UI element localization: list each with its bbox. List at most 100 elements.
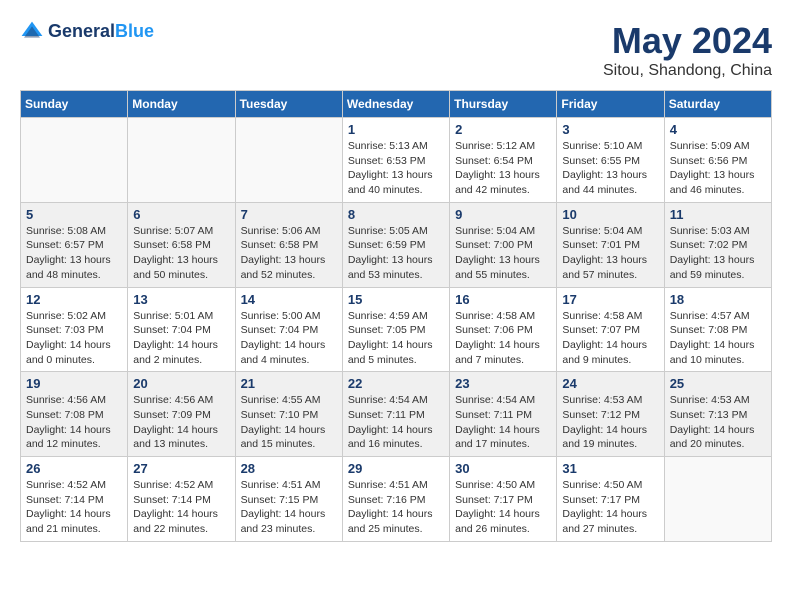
calendar-cell: 21 Sunrise: 4:55 AM Sunset: 7:10 PM Dayli… <box>235 372 342 457</box>
calendar-cell: 22 Sunrise: 4:54 AM Sunset: 7:11 PM Dayli… <box>342 372 449 457</box>
day-info: Sunrise: 5:12 AM Sunset: 6:54 PM Dayligh… <box>455 139 551 198</box>
calendar-cell: 20 Sunrise: 4:56 AM Sunset: 7:09 PM Dayli… <box>128 372 235 457</box>
calendar-cell: 25Sunrise: 4:53 AM Sunset: 7:13 PM Dayli… <box>664 372 771 457</box>
day-info: Sunrise: 5:02 AM Sunset: 7:03 PM Dayligh… <box>26 309 122 368</box>
day-info: Sunrise: 5:04 AM Sunset: 7:00 PM Dayligh… <box>455 224 551 283</box>
calendar-cell: 1 Sunrise: 5:13 AM Sunset: 6:53 PM Daylig… <box>342 118 449 203</box>
calendar-cell: 13 Sunrise: 5:01 AM Sunset: 7:04 PM Dayli… <box>128 287 235 372</box>
calendar-cell: 10 Sunrise: 5:04 AM Sunset: 7:01 PM Dayli… <box>557 202 664 287</box>
calendar-cell: 9 Sunrise: 5:04 AM Sunset: 7:00 PM Daylig… <box>450 202 557 287</box>
calendar-cell: 27 Sunrise: 4:52 AM Sunset: 7:14 PM Dayli… <box>128 457 235 542</box>
day-number: 20 <box>133 376 229 391</box>
day-number: 27 <box>133 461 229 476</box>
day-info: Sunrise: 4:50 AM Sunset: 7:17 PM Dayligh… <box>562 478 658 537</box>
day-info: Sunrise: 5:00 AM Sunset: 7:04 PM Dayligh… <box>241 309 337 368</box>
calendar-cell: 28 Sunrise: 4:51 AM Sunset: 7:15 PM Dayli… <box>235 457 342 542</box>
calendar-cell: 16 Sunrise: 4:58 AM Sunset: 7:06 PM Dayli… <box>450 287 557 372</box>
day-number: 14 <box>241 292 337 307</box>
calendar-cell: 31 Sunrise: 4:50 AM Sunset: 7:17 PM Dayli… <box>557 457 664 542</box>
day-number: 31 <box>562 461 658 476</box>
day-info: Sunrise: 4:53 AM Sunset: 7:12 PM Dayligh… <box>562 393 658 452</box>
day-number: 11 <box>670 207 766 222</box>
calendar-cell: 29Sunrise: 4:51 AM Sunset: 7:16 PM Dayli… <box>342 457 449 542</box>
day-info: Sunrise: 4:58 AM Sunset: 7:06 PM Dayligh… <box>455 309 551 368</box>
weekday-header-monday: Monday <box>128 91 235 118</box>
day-number: 5 <box>26 207 122 222</box>
calendar-cell: 3Sunrise: 5:10 AM Sunset: 6:55 PM Daylig… <box>557 118 664 203</box>
calendar-week-row: 5 Sunrise: 5:08 AM Sunset: 6:57 PM Daylig… <box>21 202 772 287</box>
month-title: May 2024 <box>603 20 772 62</box>
day-number: 21 <box>241 376 337 391</box>
calendar-header-row: SundayMondayTuesdayWednesdayThursdayFrid… <box>21 91 772 118</box>
day-number: 26 <box>26 461 122 476</box>
day-info: Sunrise: 5:03 AM Sunset: 7:02 PM Dayligh… <box>670 224 766 283</box>
calendar-table: SundayMondayTuesdayWednesdayThursdayFrid… <box>20 90 772 542</box>
day-info: Sunrise: 5:13 AM Sunset: 6:53 PM Dayligh… <box>348 139 444 198</box>
calendar-cell: 6 Sunrise: 5:07 AM Sunset: 6:58 PM Daylig… <box>128 202 235 287</box>
calendar-week-row: 26 Sunrise: 4:52 AM Sunset: 7:14 PM Dayli… <box>21 457 772 542</box>
calendar-cell <box>235 118 342 203</box>
day-info: Sunrise: 4:51 AM Sunset: 7:15 PM Dayligh… <box>241 478 337 537</box>
location-subtitle: Sitou, Shandong, China <box>603 62 772 80</box>
day-number: 24 <box>562 376 658 391</box>
day-number: 1 <box>348 122 444 137</box>
page-header: GeneralBlue May 2024 Sitou, Shandong, Ch… <box>20 20 772 80</box>
day-number: 15 <box>348 292 444 307</box>
calendar-body: 1 Sunrise: 5:13 AM Sunset: 6:53 PM Daylig… <box>21 118 772 542</box>
day-number: 2 <box>455 122 551 137</box>
day-info: Sunrise: 4:56 AM Sunset: 7:09 PM Dayligh… <box>133 393 229 452</box>
logo-text: GeneralBlue <box>48 22 154 42</box>
calendar-cell: 12 Sunrise: 5:02 AM Sunset: 7:03 PM Dayli… <box>21 287 128 372</box>
logo-icon <box>20 20 44 44</box>
day-info: Sunrise: 5:07 AM Sunset: 6:58 PM Dayligh… <box>133 224 229 283</box>
day-info: Sunrise: 5:09 AM Sunset: 6:56 PM Dayligh… <box>670 139 766 198</box>
day-number: 9 <box>455 207 551 222</box>
day-info: Sunrise: 4:54 AM Sunset: 7:11 PM Dayligh… <box>455 393 551 452</box>
calendar-cell: 4 Sunrise: 5:09 AM Sunset: 6:56 PM Daylig… <box>664 118 771 203</box>
calendar-cell <box>21 118 128 203</box>
calendar-cell: 2 Sunrise: 5:12 AM Sunset: 6:54 PM Daylig… <box>450 118 557 203</box>
day-info: Sunrise: 4:50 AM Sunset: 7:17 PM Dayligh… <box>455 478 551 537</box>
logo: GeneralBlue <box>20 20 154 44</box>
calendar-cell: 26 Sunrise: 4:52 AM Sunset: 7:14 PM Dayli… <box>21 457 128 542</box>
calendar-cell: 15Sunrise: 4:59 AM Sunset: 7:05 PM Dayli… <box>342 287 449 372</box>
calendar-cell <box>128 118 235 203</box>
day-number: 7 <box>241 207 337 222</box>
weekday-header-sunday: Sunday <box>21 91 128 118</box>
day-number: 30 <box>455 461 551 476</box>
calendar-cell: 7Sunrise: 5:06 AM Sunset: 6:58 PM Daylig… <box>235 202 342 287</box>
day-info: Sunrise: 4:57 AM Sunset: 7:08 PM Dayligh… <box>670 309 766 368</box>
weekday-header-saturday: Saturday <box>664 91 771 118</box>
calendar-cell <box>664 457 771 542</box>
day-info: Sunrise: 5:01 AM Sunset: 7:04 PM Dayligh… <box>133 309 229 368</box>
day-number: 25 <box>670 376 766 391</box>
calendar-cell: 11 Sunrise: 5:03 AM Sunset: 7:02 PM Dayli… <box>664 202 771 287</box>
day-number: 4 <box>670 122 766 137</box>
day-number: 8 <box>348 207 444 222</box>
day-number: 29 <box>348 461 444 476</box>
calendar-cell: 18Sunrise: 4:57 AM Sunset: 7:08 PM Dayli… <box>664 287 771 372</box>
day-number: 16 <box>455 292 551 307</box>
day-number: 10 <box>562 207 658 222</box>
day-number: 28 <box>241 461 337 476</box>
day-number: 12 <box>26 292 122 307</box>
day-info: Sunrise: 5:08 AM Sunset: 6:57 PM Dayligh… <box>26 224 122 283</box>
day-number: 3 <box>562 122 658 137</box>
day-info: Sunrise: 5:04 AM Sunset: 7:01 PM Dayligh… <box>562 224 658 283</box>
day-info: Sunrise: 4:52 AM Sunset: 7:14 PM Dayligh… <box>26 478 122 537</box>
calendar-cell: 8 Sunrise: 5:05 AM Sunset: 6:59 PM Daylig… <box>342 202 449 287</box>
calendar-cell: 30 Sunrise: 4:50 AM Sunset: 7:17 PM Dayli… <box>450 457 557 542</box>
day-info: Sunrise: 4:54 AM Sunset: 7:11 PM Dayligh… <box>348 393 444 452</box>
weekday-header-friday: Friday <box>557 91 664 118</box>
weekday-header-tuesday: Tuesday <box>235 91 342 118</box>
day-number: 6 <box>133 207 229 222</box>
day-number: 19 <box>26 376 122 391</box>
day-number: 22 <box>348 376 444 391</box>
day-info: Sunrise: 4:55 AM Sunset: 7:10 PM Dayligh… <box>241 393 337 452</box>
day-info: Sunrise: 5:05 AM Sunset: 6:59 PM Dayligh… <box>348 224 444 283</box>
calendar-cell: 14 Sunrise: 5:00 AM Sunset: 7:04 PM Dayli… <box>235 287 342 372</box>
day-number: 23 <box>455 376 551 391</box>
calendar-cell: 23 Sunrise: 4:54 AM Sunset: 7:11 PM Dayli… <box>450 372 557 457</box>
day-number: 13 <box>133 292 229 307</box>
day-info: Sunrise: 4:52 AM Sunset: 7:14 PM Dayligh… <box>133 478 229 537</box>
